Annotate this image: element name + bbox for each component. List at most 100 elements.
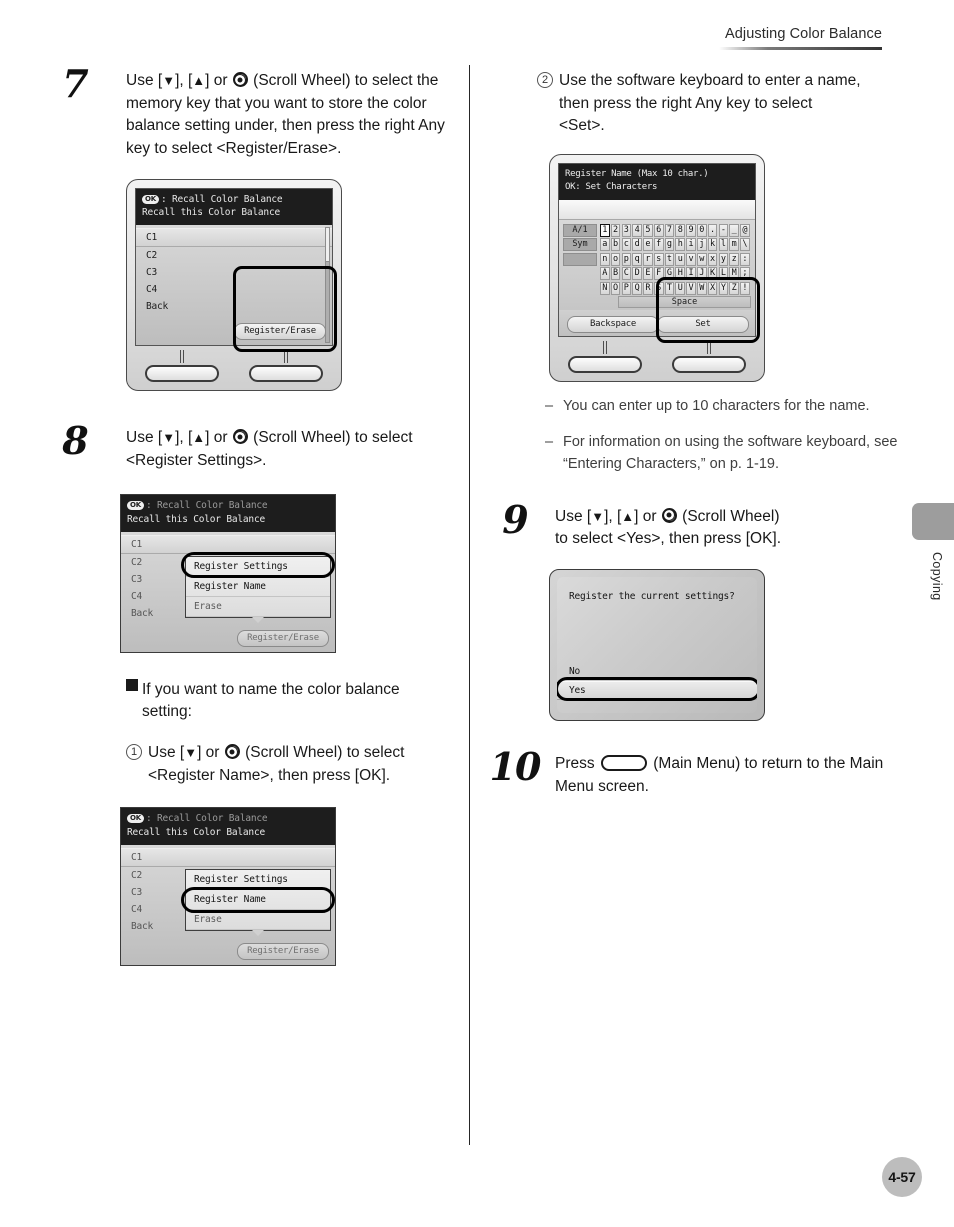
kb-key[interactable]: :: [740, 252, 750, 266]
kb-key[interactable]: a: [600, 238, 610, 252]
kb-key[interactable]: P: [621, 281, 632, 295]
kb-key[interactable]: f: [653, 238, 664, 252]
key-mode-blank[interactable]: .: [563, 252, 597, 266]
kb-key[interactable]: _: [729, 223, 739, 237]
any-key-right[interactable]: [249, 365, 323, 383]
kb-key[interactable]: 1: [600, 223, 610, 237]
kb-key[interactable]: .: [707, 223, 718, 237]
kb-key[interactable]: D: [632, 267, 642, 281]
popup-item-register-settings[interactable]: Register Settings: [186, 870, 330, 890]
kb-key[interactable]: H: [675, 267, 686, 281]
kb-key[interactable]: s: [653, 252, 664, 266]
kb-key[interactable]: r: [643, 252, 653, 266]
kb-key[interactable]: g: [664, 238, 675, 252]
kb-key[interactable]: !: [740, 281, 750, 295]
kb-key[interactable]: 3: [621, 223, 632, 237]
kb-key[interactable]: 9: [686, 223, 696, 237]
kb-key[interactable]: v: [686, 252, 696, 266]
kb-key[interactable]: 8: [675, 223, 686, 237]
kb-key[interactable]: O: [610, 281, 621, 295]
confirm-option-no[interactable]: No: [557, 663, 757, 680]
kb-key[interactable]: 7: [664, 223, 675, 237]
kb-key[interactable]: n: [600, 252, 610, 266]
kb-key[interactable]: 2: [610, 223, 621, 237]
kb-key[interactable]: X: [707, 281, 718, 295]
popup-item-erase[interactable]: Erase: [186, 597, 330, 617]
kb-key[interactable]: W: [697, 281, 707, 295]
kb-key[interactable]: w: [697, 252, 707, 266]
kb-key[interactable]: b: [610, 238, 621, 252]
kb-key[interactable]: c: [621, 238, 632, 252]
softkey-backspace[interactable]: Backspace: [567, 316, 659, 334]
kb-key[interactable]: Y: [718, 281, 729, 295]
kb-key[interactable]: N: [600, 281, 610, 295]
kb-key[interactable]: M: [729, 267, 739, 281]
key-mode-alpha-numeric[interactable]: A/1: [563, 223, 597, 237]
kb-key[interactable]: 0: [697, 223, 707, 237]
confirm-option-yes[interactable]: Yes: [557, 680, 757, 700]
softkey-register-erase[interactable]: Register/Erase: [234, 323, 326, 341]
kb-key[interactable]: y: [718, 252, 729, 266]
any-key-left[interactable]: [145, 365, 219, 383]
softkey-set[interactable]: Set: [657, 316, 749, 334]
lcd-list-item[interactable]: C1: [121, 534, 335, 554]
lcd-list-item[interactable]: C3: [136, 264, 332, 281]
kb-key[interactable]: m: [729, 238, 739, 252]
kb-key[interactable]: K: [707, 267, 718, 281]
kb-key[interactable]: x: [707, 252, 718, 266]
kb-key[interactable]: ;: [740, 267, 750, 281]
kb-key[interactable]: Z: [729, 281, 739, 295]
kb-key[interactable]: G: [664, 267, 675, 281]
any-key-right[interactable]: [672, 356, 746, 374]
lcd-list-item[interactable]: C1: [136, 228, 332, 248]
lcd-list-item[interactable]: C4: [136, 281, 332, 298]
kb-key[interactable]: u: [675, 252, 686, 266]
kb-key[interactable]: t: [664, 252, 675, 266]
kb-key[interactable]: 4: [632, 223, 642, 237]
kb-key[interactable]: A: [600, 267, 610, 281]
popup-item-register-settings[interactable]: Register Settings: [186, 557, 330, 577]
popup-item-register-name[interactable]: Register Name: [186, 577, 330, 597]
kb-key[interactable]: U: [675, 281, 686, 295]
kb-key[interactable]: 6: [653, 223, 664, 237]
kb-key[interactable]: E: [643, 267, 653, 281]
kb-key[interactable]: C: [621, 267, 632, 281]
kb-key[interactable]: S: [653, 281, 664, 295]
name-entry-field[interactable]: [559, 199, 755, 220]
kb-key-space[interactable]: Space: [618, 296, 751, 309]
lcd-list-item[interactable]: C2: [136, 247, 332, 264]
kb-key[interactable]: L: [718, 267, 729, 281]
kb-key[interactable]: e: [643, 238, 653, 252]
kb-key[interactable]: j: [697, 238, 707, 252]
kb-key[interactable]: l: [718, 238, 729, 252]
kb-key[interactable]: h: [675, 238, 686, 252]
key-mode-symbol[interactable]: Sym: [563, 238, 597, 252]
kb-key[interactable]: -: [718, 223, 729, 237]
keyboard-subtitle: : Set Characters: [575, 182, 658, 193]
kb-key[interactable]: @: [740, 223, 750, 237]
popup-item-register-name[interactable]: Register Name: [186, 890, 330, 910]
any-key-left[interactable]: [568, 356, 642, 374]
kb-key[interactable]: p: [621, 252, 632, 266]
softkey-register-erase[interactable]: Register/Erase: [237, 942, 329, 960]
kb-key[interactable]: o: [610, 252, 621, 266]
kb-key[interactable]: V: [686, 281, 696, 295]
kb-key[interactable]: Q: [632, 281, 642, 295]
kb-key[interactable]: k: [707, 238, 718, 252]
kb-key[interactable]: T: [664, 281, 675, 295]
lcd-list-item[interactable]: C1: [121, 847, 335, 867]
kb-key[interactable]: \: [740, 238, 750, 252]
softkey-register-erase[interactable]: Register/Erase: [237, 629, 329, 647]
kb-key[interactable]: F: [653, 267, 664, 281]
kb-key[interactable]: i: [686, 238, 696, 252]
kb-key[interactable]: q: [632, 252, 642, 266]
kb-key[interactable]: d: [632, 238, 642, 252]
kb-key[interactable]: z: [729, 252, 739, 266]
kb-key[interactable]: B: [610, 267, 621, 281]
kb-key[interactable]: R: [643, 281, 653, 295]
kb-key[interactable]: 5: [643, 223, 653, 237]
lcd-list-item[interactable]: Back: [136, 298, 332, 315]
popup-item-erase[interactable]: Erase: [186, 910, 330, 930]
kb-key[interactable]: I: [686, 267, 696, 281]
kb-key[interactable]: J: [697, 267, 707, 281]
